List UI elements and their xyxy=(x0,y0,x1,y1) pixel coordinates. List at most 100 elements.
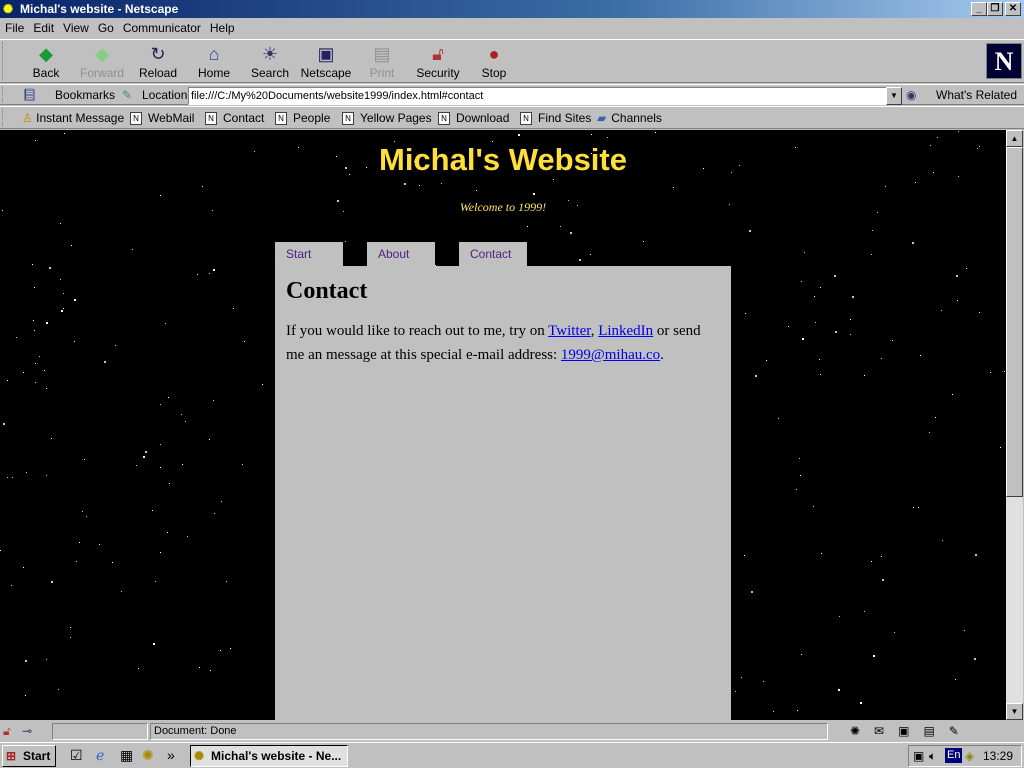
back-button[interactable]: ◆ Back xyxy=(18,42,74,80)
tab-start[interactable]: Start xyxy=(275,242,343,267)
yellow-pages-link[interactable]: N Yellow Pages xyxy=(342,107,432,129)
star xyxy=(23,567,24,568)
location-input[interactable]: file:///C:/My%20Documents/website1999/in… xyxy=(188,87,888,105)
component-bar-icons[interactable]: ✺✉▣▤✎ xyxy=(850,724,973,738)
taskbar-item-netscape[interactable]: ✺ Michal's website - Ne... xyxy=(190,745,348,767)
star xyxy=(749,230,751,232)
star xyxy=(0,550,1,551)
star xyxy=(82,511,83,512)
twitter-link[interactable]: Twitter xyxy=(548,323,591,339)
search-label: Search xyxy=(250,66,290,80)
netscape-button[interactable]: ▣ Netscape xyxy=(298,42,354,80)
print-button[interactable]: ▤ Print xyxy=(354,42,410,80)
star xyxy=(230,648,231,649)
toolbar-grip[interactable] xyxy=(2,42,8,80)
menu-edit[interactable]: Edit xyxy=(33,21,54,35)
scroll-thumb[interactable] xyxy=(1006,147,1023,497)
menu-view[interactable]: View xyxy=(63,21,89,35)
linkedin-link[interactable]: LinkedIn xyxy=(598,323,653,339)
star xyxy=(476,190,477,191)
connection-icon: ⊸ xyxy=(22,724,33,738)
star xyxy=(46,475,47,476)
star xyxy=(11,585,12,586)
start-button[interactable]: ⊞ Start xyxy=(2,745,56,767)
windows-logo-icon: ⊞ xyxy=(6,749,17,763)
maximize-button[interactable]: ❐ xyxy=(987,2,1003,16)
star xyxy=(871,254,872,255)
tray-app-icon[interactable]: ◈ xyxy=(965,746,974,766)
star xyxy=(12,477,13,478)
scroll-down-button[interactable]: ▼ xyxy=(1006,703,1023,720)
quicklaunch-netscape-icon[interactable]: ✺ xyxy=(142,747,154,764)
menu-communicator[interactable]: Communicator xyxy=(123,21,201,35)
reload-label: Reload xyxy=(138,66,178,80)
star xyxy=(751,591,753,593)
star xyxy=(850,334,851,335)
security-button[interactable]: 🔓︎ Security xyxy=(410,42,466,80)
vertical-scrollbar[interactable]: ▲ ▼ xyxy=(1006,130,1023,720)
forward-button[interactable]: ◆ Forward xyxy=(74,42,130,80)
home-label: Home xyxy=(197,66,230,80)
site-subtitle: Welcome to 1999! xyxy=(459,200,547,214)
instant-message-link[interactable]: ♙ Instant Message xyxy=(22,107,124,129)
star xyxy=(199,667,200,668)
tab-contact[interactable]: Contact xyxy=(459,242,527,267)
security-lock-icon[interactable]: 🔓︎ xyxy=(3,724,11,739)
star xyxy=(121,591,122,592)
find-sites-link[interactable]: N Find Sites xyxy=(520,107,591,129)
star xyxy=(71,245,72,246)
reload-button[interactable]: ↻ Reload xyxy=(130,42,186,80)
contact-label: Contact xyxy=(223,111,265,125)
menu-go[interactable]: Go xyxy=(98,21,114,35)
star xyxy=(33,320,34,321)
star xyxy=(935,417,936,418)
bookmarks-button[interactable]: Bookmarks xyxy=(55,85,115,105)
menu-file[interactable]: File xyxy=(5,21,24,35)
search-button[interactable]: ☀ Search xyxy=(242,42,298,80)
whats-related-button[interactable]: What's Related xyxy=(936,85,1017,105)
star xyxy=(115,345,116,346)
star xyxy=(1004,371,1005,372)
language-indicator[interactable]: En xyxy=(945,748,963,763)
quicklaunch-ie-icon[interactable]: ℯ xyxy=(96,747,104,764)
quicklaunch-more-icon[interactable]: » xyxy=(167,747,175,763)
star xyxy=(788,326,789,327)
stop-button[interactable]: ● Stop xyxy=(466,42,522,80)
menu-help[interactable]: Help xyxy=(210,21,235,35)
star xyxy=(132,249,133,250)
email-link[interactable]: 1999@mihau.co xyxy=(561,347,660,363)
home-button[interactable]: ⌂ Home xyxy=(186,42,242,80)
tray-network-icon[interactable]: ▣ xyxy=(913,746,924,766)
people-link[interactable]: N People xyxy=(275,107,330,129)
star xyxy=(213,400,214,401)
channels-link[interactable]: ▰ Channels xyxy=(597,107,662,129)
netscape-logo[interactable]: N xyxy=(986,43,1022,79)
star xyxy=(262,384,263,385)
quicklaunch-desktop-icon[interactable]: ▦ xyxy=(120,747,133,764)
location-dropdown[interactable]: ▼ xyxy=(886,87,902,105)
star xyxy=(929,432,930,433)
quicklaunch-outlook-icon[interactable]: ☑ xyxy=(70,747,83,764)
star xyxy=(64,133,65,134)
star xyxy=(850,319,851,320)
bookmark-page-icon: N xyxy=(275,112,287,126)
toolbar-grip[interactable] xyxy=(2,87,8,102)
close-button[interactable]: ✕ xyxy=(1005,2,1021,16)
tray-volume-icon[interactable]: 🔈︎ xyxy=(929,746,936,766)
star xyxy=(797,710,798,711)
star xyxy=(244,341,245,342)
tab-about[interactable]: About xyxy=(367,242,435,267)
toolbar-grip[interactable] xyxy=(2,109,8,126)
security-label: Security xyxy=(416,66,460,80)
bookmark-page-icon: N xyxy=(342,112,354,126)
scroll-up-button[interactable]: ▲ xyxy=(1006,130,1023,147)
forward-arrow-icon: ◆ xyxy=(95,44,109,64)
star xyxy=(155,581,156,582)
download-link[interactable]: N Download xyxy=(438,107,509,129)
star xyxy=(160,552,161,553)
webmail-link[interactable]: N WebMail xyxy=(130,107,194,129)
minimize-button[interactable]: _ xyxy=(971,2,987,16)
star xyxy=(441,183,442,184)
star xyxy=(957,300,958,301)
contact-link[interactable]: N Contact xyxy=(205,107,264,129)
